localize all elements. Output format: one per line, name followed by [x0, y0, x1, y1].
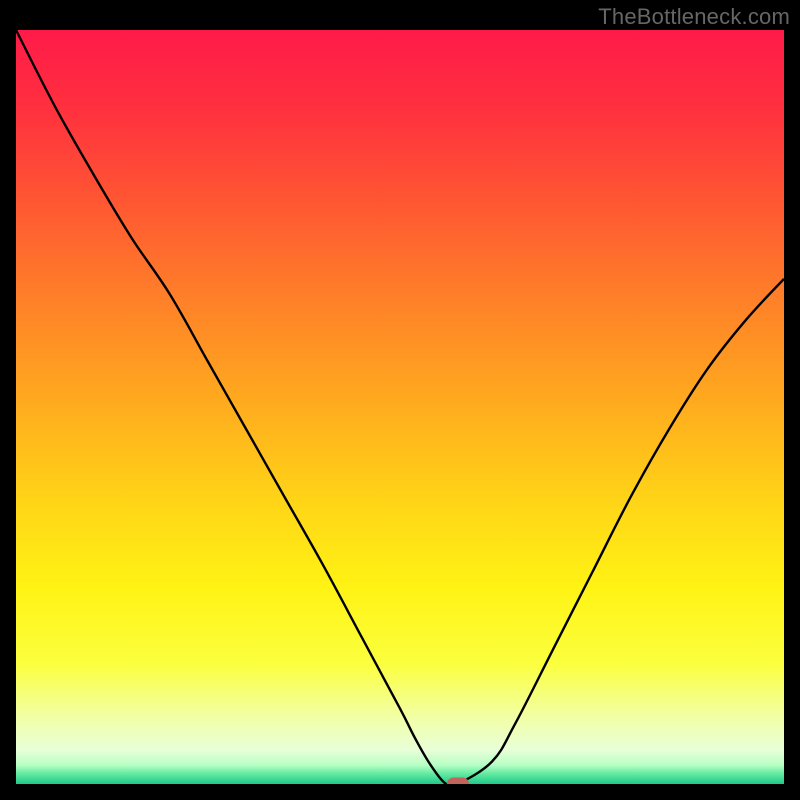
optimal-marker: [447, 778, 469, 785]
plot-area: [16, 30, 784, 784]
watermark-text: TheBottleneck.com: [598, 4, 790, 30]
plot-svg: [16, 30, 784, 784]
gradient-background: [16, 30, 784, 784]
chart-container: TheBottleneck.com: [0, 0, 800, 800]
